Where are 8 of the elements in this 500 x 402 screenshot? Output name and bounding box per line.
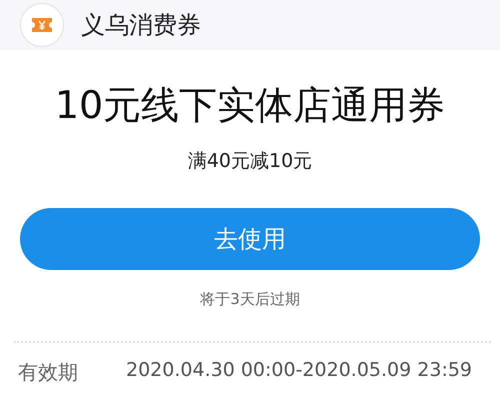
- detail-value: 2020.04.30 00:00-2020.05.09 23:59: [126, 359, 472, 383]
- use-button[interactable]: 去使用: [20, 208, 480, 270]
- ticket-icon: [31, 17, 53, 33]
- coupon-condition: 满40元减10元: [188, 149, 312, 174]
- expiry-note: 将于3天后过期: [200, 290, 300, 309]
- detail-label: 有效期: [18, 359, 79, 386]
- header-title: 义乌消费券: [81, 10, 201, 41]
- coupon-title: 10元线下实体店通用券: [54, 82, 446, 128]
